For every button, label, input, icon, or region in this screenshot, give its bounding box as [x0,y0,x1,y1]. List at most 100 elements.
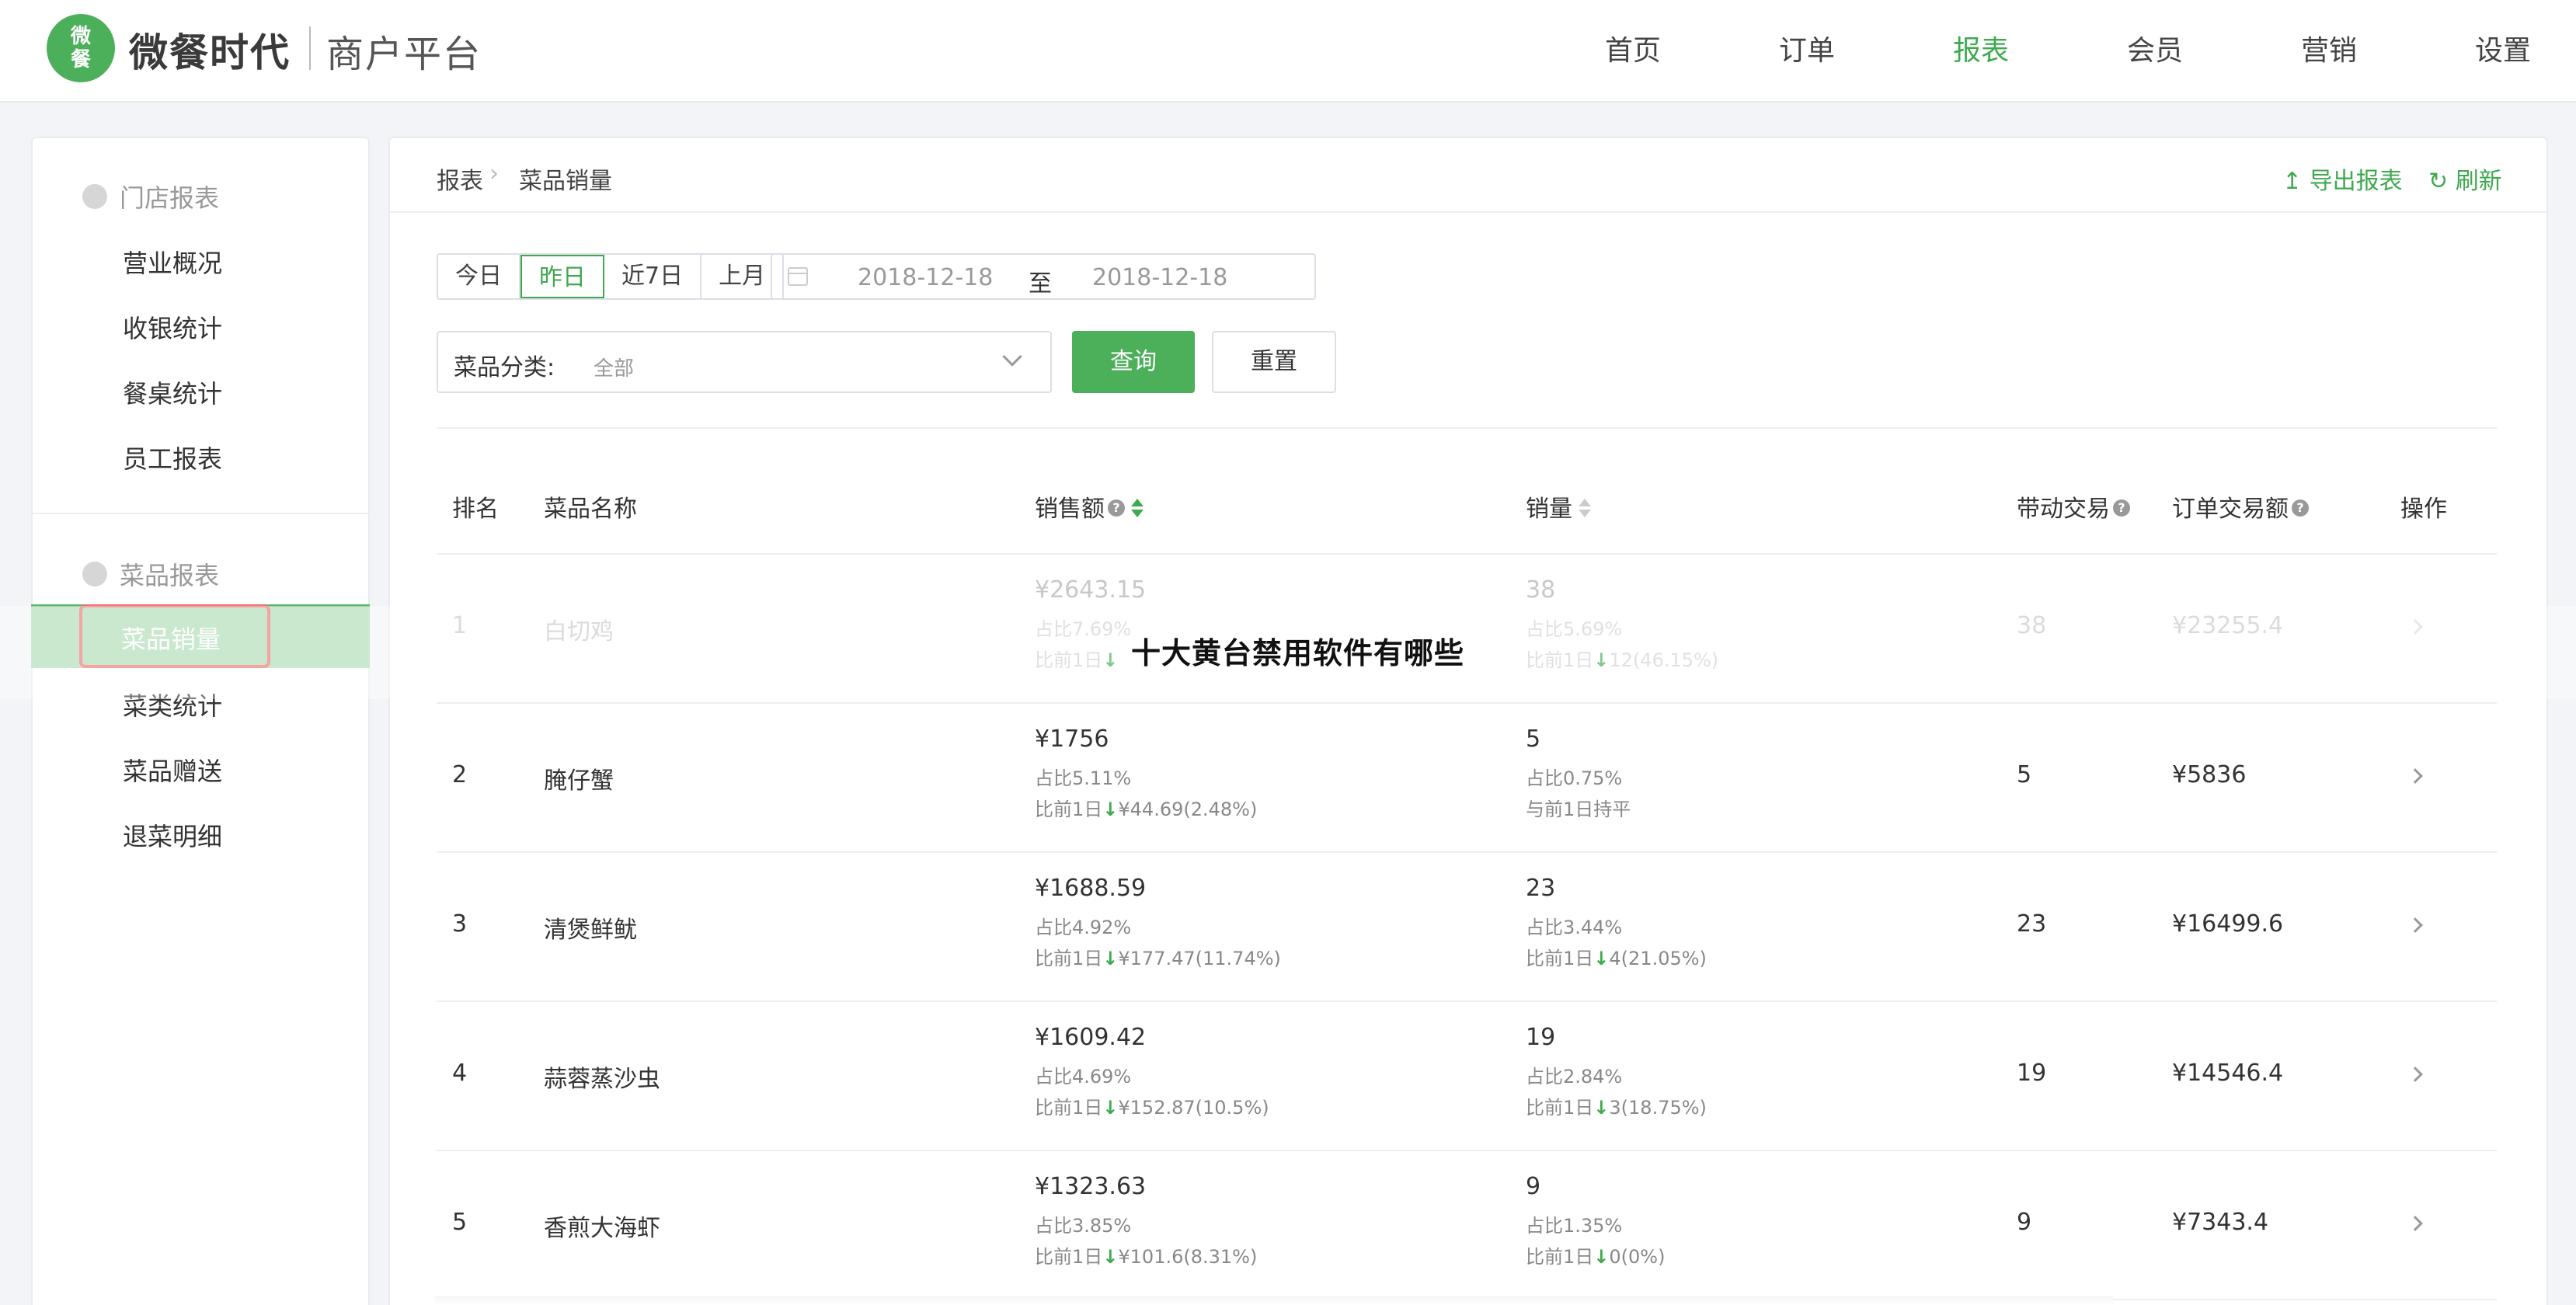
refresh-button[interactable]: ↻ 刷新 [2428,162,2502,196]
date-yesterday-button[interactable]: 昨日 [520,255,604,298]
calendar-icon [788,267,808,286]
compare-value: ¥101.6(8.31%) [1118,1246,1258,1268]
col-rank: 排名 [452,496,499,523]
brand-divider [309,26,311,70]
cell-sales-share: 占比7.69% [1035,618,1132,640]
sidebar-group-title: 门店报表 [120,183,220,213]
sort-icon[interactable] [1131,498,1144,517]
sidebar-item-dish-gifts[interactable]: 菜品赠送 [123,752,222,788]
table-row[interactable]: 5 香煎大海虾 ¥1323.63 占比3.85% 比前1日↓¥101.6(8.3… [437,1151,2497,1300]
platform-name: 商户平台 [326,33,482,76]
sidebar-item-business-overview[interactable]: 营业概况 [123,244,222,280]
refresh-icon: ↻ [2428,168,2449,195]
cell-sales: ¥1609.42 [1035,1024,1147,1051]
cell-sales-share: 占比3.85% [1035,1215,1132,1237]
arrow-down-icon: ↓ [1593,649,1610,671]
sort-icon[interactable] [1579,498,1591,517]
table-row[interactable]: 4 蒜蓉蒸沙虫 ¥1609.42 占比4.69% 比前1日↓¥152.87(10… [437,1002,2497,1151]
chevron-right-icon[interactable] [2407,1067,2423,1082]
nav-reports[interactable]: 报表 [1953,28,2009,68]
breadcrumb-separator: › [489,160,499,187]
export-button[interactable]: ↥ 导出报表 [2282,162,2403,196]
cell-rank: 3 [452,910,468,938]
sidebar: 门店报表 营业概况 收银统计 餐桌统计 员工报表 菜品报表 菜类统计 菜品赠送 … [31,137,370,1305]
compare-label: 与前1日持平 [1526,799,1631,820]
table-row[interactable]: 2 腌仔蟹 ¥1756 占比5.11% 比前1日↓¥44.69(2.48%) 5… [437,704,2497,853]
compare-label: 比前1日 [1526,1097,1594,1119]
compare-value: ¥177.47(11.74%) [1118,948,1281,969]
nav-orders[interactable]: 订单 [1779,28,1835,68]
nav-settings[interactable]: 设置 [2475,28,2531,68]
help-icon[interactable]: ? [2292,499,2309,517]
compare-value: ¥152.87(10.5%) [1118,1097,1269,1119]
nav-members[interactable]: 会员 [2127,28,2183,68]
arrow-down-icon: ↓ [1102,649,1119,671]
main-panel: 报表 › 菜品销量 ↥ 导出报表 ↻ 刷新 今日 昨日 近7日 上月 2018-… [388,137,2548,1305]
category-label: 菜品分类: [454,354,555,381]
cell-rank: 5 [452,1209,468,1236]
date-today-button[interactable]: 今日 [438,255,520,298]
cell-driven: 9 [2017,1209,2032,1236]
col-quantity[interactable]: 销量 [1526,489,1591,524]
table-row[interactable]: 3 清煲鲜鱿 ¥1688.59 占比4.92% 比前1日↓¥177.47(11.… [437,853,2497,1002]
cell-qty-compare: 与前1日持平 [1526,794,1631,821]
cell-dish-name: 香煎大海虾 [544,1215,660,1242]
sidebar-item-category-stats[interactable]: 菜类统计 [123,687,222,722]
chevron-right-icon[interactable] [2407,619,2423,635]
cell-dish-name: 白切鸡 [544,618,614,646]
col-dish-name: 菜品名称 [544,496,637,523]
cell-qty-share: 占比1.35% [1526,1215,1623,1237]
compare-value: 0(0%) [1609,1246,1666,1268]
chevron-right-icon[interactable] [2407,768,2423,784]
sidebar-item-dish-sales-label[interactable]: 菜品销量 [121,620,221,656]
date-start-input[interactable]: 2018-12-18 [858,264,993,291]
sidebar-item-dish-returns[interactable]: 退菜明细 [123,817,222,853]
sidebar-item-table-stats[interactable]: 餐桌统计 [123,374,222,410]
sidebar-item-staff-report[interactable]: 员工报表 [123,440,222,475]
cell-qty-compare: 比前1日↓4(21.05%) [1526,943,1707,970]
filter-divider [437,427,2497,429]
chevron-right-icon[interactable] [2407,917,2423,933]
nav-marketing[interactable]: 营销 [2301,28,2357,68]
panel-header: 报表 › 菜品销量 ↥ 导出报表 ↻ 刷新 [390,138,2546,213]
overlay-caption: 十大黄台禁用软件有哪些 [1131,636,1465,670]
cell-dish-name: 腌仔蟹 [544,767,614,795]
compare-label: 比前1日 [1035,1097,1103,1119]
category-select[interactable]: 菜品分类: 全部 [437,331,1052,393]
cell-driven: 5 [2017,761,2032,788]
nav-home[interactable]: 首页 [1605,28,1661,68]
arrow-down-icon: ↓ [1593,1097,1610,1119]
compare-value: 3(18.75%) [1609,1097,1707,1119]
cell-driven: 23 [2017,910,2047,938]
date-end-input[interactable]: 2018-12-18 [1092,264,1227,291]
cell-rank: 1 [452,612,468,639]
cell-qty-share: 占比2.84% [1526,1066,1623,1088]
cell-sales: ¥1688.59 [1035,875,1147,902]
table-row[interactable]: 1 白切鸡 ¥2643.15 占比7.69% 比前1日↓ 38 占比5.69% … [437,555,2497,704]
logo[interactable]: 微 餐 [47,14,115,82]
query-button[interactable]: 查询 [1072,331,1195,393]
help-icon[interactable]: ? [2113,499,2130,517]
sidebar-group-store-reports: 门店报表 [82,179,219,214]
cell-order-amount: ¥16499.6 [2172,910,2284,938]
export-label: 导出报表 [2309,168,2403,195]
breadcrumb-reports[interactable]: 报表 [437,162,483,196]
compare-label: 比前1日 [1035,948,1103,969]
help-icon[interactable]: ? [1108,499,1125,517]
cell-quantity: 38 [1526,576,1556,604]
cell-quantity: 19 [1526,1024,1556,1051]
reset-button[interactable]: 重置 [1212,331,1336,393]
date-last7-button[interactable]: 近7日 [604,255,702,298]
date-range-picker[interactable]: 2018-12-18 至 2018-12-18 [771,253,1316,300]
col-sales-amount-label: 销售额 [1035,496,1105,523]
cell-sales-compare: 比前1日↓¥152.87(10.5%) [1035,1092,1269,1119]
compare-label: 比前1日 [1035,1246,1103,1268]
cell-order-amount: ¥23255.4 [2172,612,2284,639]
sidebar-item-cashier-stats[interactable]: 收银统计 [123,309,222,345]
bottom-shadow [435,1296,2113,1305]
col-sales-amount[interactable]: 销售额? [1035,489,1144,524]
compare-value: ¥44.69(2.48%) [1118,799,1258,820]
col-order-amount-label: 订单交易额 [2172,496,2289,523]
cell-order-amount: ¥7343.4 [2172,1209,2269,1236]
chevron-right-icon[interactable] [2407,1216,2423,1231]
